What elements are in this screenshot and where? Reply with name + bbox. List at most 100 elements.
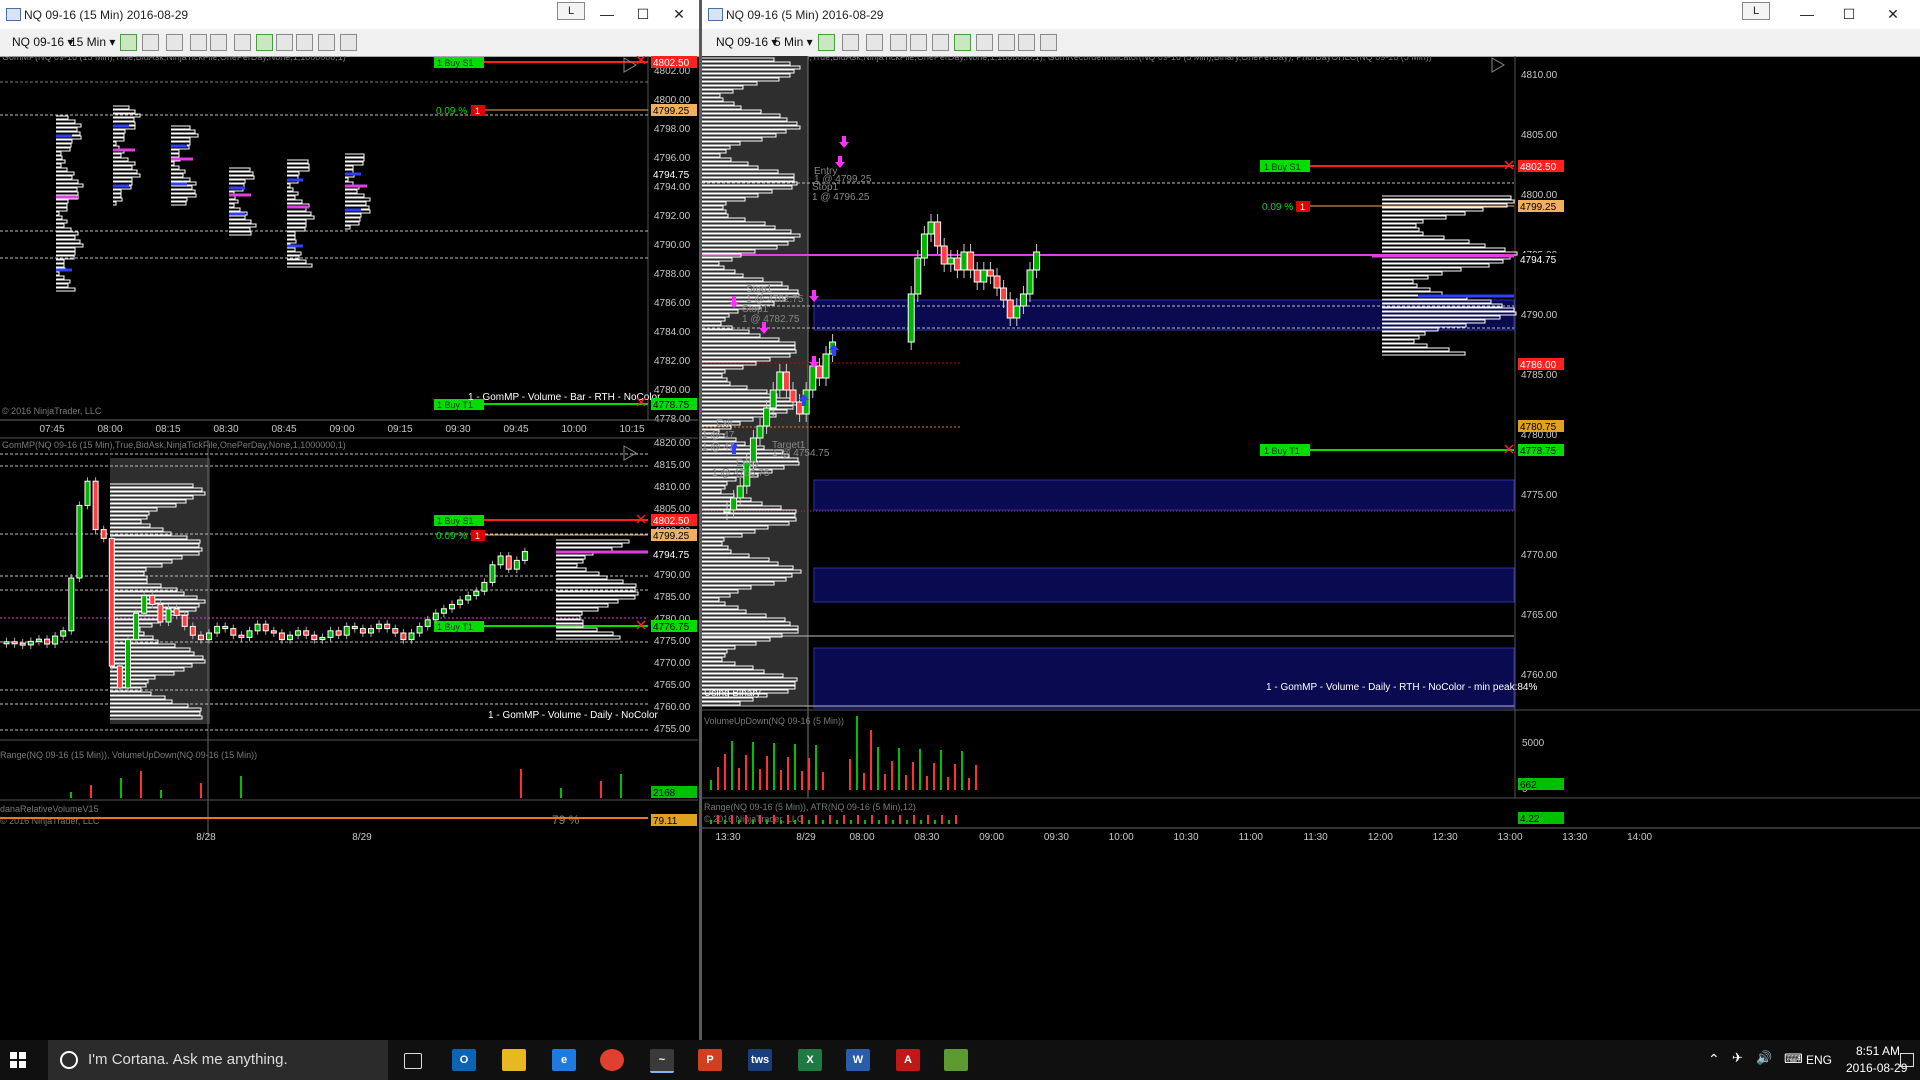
range-bar <box>829 815 831 824</box>
instrument-label: NQ 09-16 <box>12 35 65 49</box>
bar-type-icon[interactable] <box>818 34 835 51</box>
candle-body <box>376 623 383 630</box>
clock-date[interactable]: 2016-08-29 <box>1846 1061 1907 1075</box>
acrobat-icon[interactable]: A <box>896 1049 920 1071</box>
link-button[interactable]: L <box>1742 2 1770 20</box>
template-icon[interactable] <box>1040 34 1057 51</box>
play-icon[interactable] <box>1491 57 1505 73</box>
indicator-wand-icon[interactable] <box>890 34 907 51</box>
candle-body <box>776 371 784 391</box>
speaker-icon[interactable]: 🔊 <box>1756 1050 1772 1066</box>
upper-x-tick: 08:45 <box>271 424 296 435</box>
zoom-icon[interactable] <box>932 34 949 51</box>
candle-body <box>973 269 981 283</box>
clock-time[interactable]: 8:51 AM <box>1856 1044 1900 1058</box>
template-icon[interactable] <box>340 34 357 51</box>
candle-body <box>815 365 823 379</box>
chrome-icon[interactable] <box>600 1049 624 1071</box>
maximize-icon[interactable]: ☐ <box>1834 4 1864 24</box>
range-bar <box>766 820 768 824</box>
cortana-search-box[interactable]: I'm Cortana. Ask me anything. <box>48 1040 388 1080</box>
tws-icon[interactable]: tws <box>748 1049 772 1071</box>
link-button[interactable]: L <box>557 2 585 20</box>
volume-bar <box>808 758 810 790</box>
properties-icon[interactable] <box>954 34 971 51</box>
indicator-wand-icon[interactable] <box>190 34 207 51</box>
range-bar <box>906 820 908 824</box>
range-bar <box>899 815 901 824</box>
left-chart-canvas[interactable]: GomMP(NQ 09-16 (15 Min),True,BidAsk,Ninj… <box>0 56 699 1040</box>
volume-bar <box>822 772 824 790</box>
drawing-tools-icon[interactable] <box>142 34 159 51</box>
zoom-icon[interactable] <box>234 34 251 51</box>
instrument-selector[interactable]: NQ 09-16 ▾ <box>716 34 777 50</box>
range-bar <box>878 820 880 824</box>
strategy-icon[interactable] <box>276 34 293 51</box>
minimize-icon[interactable]: — <box>1792 4 1822 24</box>
excel-icon[interactable]: X <box>798 1049 822 1071</box>
cursor-icon[interactable] <box>910 34 927 51</box>
powerpoint-icon[interactable]: P <box>698 1049 722 1071</box>
upper-x-tick: 10:15 <box>619 424 644 435</box>
outlook-icon[interactable]: O <box>452 1049 476 1071</box>
interval-selector[interactable]: 5 Min ▾ <box>774 34 813 50</box>
edge-icon[interactable]: e <box>552 1049 576 1071</box>
candle-body <box>19 642 26 646</box>
windows-taskbar: I'm Cortana. Ask me anything. O e ~ P tw… <box>0 1040 1920 1080</box>
minimize-icon[interactable]: — <box>592 4 622 24</box>
ninjatrader-icon[interactable]: ~ <box>650 1049 674 1073</box>
chart-trader-icon[interactable] <box>296 34 313 51</box>
candle-body <box>287 634 293 641</box>
candle-body <box>953 257 961 271</box>
interval-selector[interactable]: 15 Min ▾ <box>70 34 115 50</box>
candle-body <box>769 389 777 409</box>
network-icon[interactable]: ✈ <box>1732 1050 1743 1066</box>
chart-trader-icon[interactable] <box>998 34 1015 51</box>
close-icon[interactable]: ✕ <box>664 4 694 24</box>
candle-body <box>343 625 350 636</box>
close-icon[interactable]: ✕ <box>1878 4 1908 24</box>
data-box-icon[interactable] <box>1018 34 1035 51</box>
upper-price-tag-t1: 4778.75 <box>653 400 690 411</box>
bar-volume-profile <box>171 125 199 206</box>
file-explorer-icon[interactable] <box>502 1049 526 1071</box>
candle-body <box>181 614 188 627</box>
language-indicator[interactable]: ENG <box>1806 1053 1832 1067</box>
word-icon[interactable]: W <box>846 1049 870 1071</box>
keyboard-icon[interactable]: ⌨ <box>1784 1051 1803 1067</box>
play-icon[interactable] <box>623 57 637 73</box>
upper-y-tick: 4792.00 <box>654 211 691 222</box>
lower-indicator-label: GomMP(NQ 09-16 (15 Min),True,BidAsk,Ninj… <box>2 440 346 450</box>
windows-start-icon[interactable] <box>10 1052 26 1068</box>
candle-body <box>254 623 261 632</box>
left-window-title: NQ 09-16 (15 Min) 2016-08-29 <box>24 8 189 22</box>
properties-icon[interactable] <box>256 34 273 51</box>
volume-bar <box>926 776 928 790</box>
task-view-icon[interactable] <box>404 1053 422 1069</box>
upper-price-tag-poc: 4794.75 <box>653 170 690 181</box>
trade-arrow-icon <box>839 136 849 148</box>
tray-chevron-icon[interactable]: ⌃ <box>1708 1051 1720 1068</box>
app-green-icon[interactable] <box>944 1049 968 1071</box>
pencil-icon[interactable] <box>166 34 183 51</box>
right-x-tick: 13:30 <box>1562 832 1587 843</box>
candle-body <box>246 630 253 638</box>
drawing-tools-icon[interactable] <box>842 34 859 51</box>
cursor-icon[interactable] <box>210 34 227 51</box>
play-icon[interactable] <box>623 445 637 461</box>
data-box-icon[interactable] <box>318 34 335 51</box>
instrument-selector[interactable]: NQ 09-16 ▾ <box>12 34 73 50</box>
bar-type-icon[interactable] <box>120 34 137 51</box>
notification-icon[interactable] <box>1900 1053 1914 1067</box>
right-y-tick: 4765.00 <box>1521 610 1558 621</box>
candle-body <box>489 564 496 583</box>
pencil-icon[interactable] <box>866 34 883 51</box>
right-chart-canvas[interactable]: GomMP(NQ 09-16 (5 Min),True,BidAsk,Ninja… <box>702 56 1920 1040</box>
maximize-icon[interactable]: ☐ <box>628 4 658 24</box>
strategy-icon[interactable] <box>976 34 993 51</box>
candle-body <box>3 641 10 645</box>
candle-body <box>116 665 123 689</box>
bar-volume-profile <box>229 167 257 236</box>
range-indicator-label: Range(NQ 09-16 (5 Min)), ATR(NQ 09-16 (5… <box>704 802 916 812</box>
candle-body <box>465 595 472 601</box>
